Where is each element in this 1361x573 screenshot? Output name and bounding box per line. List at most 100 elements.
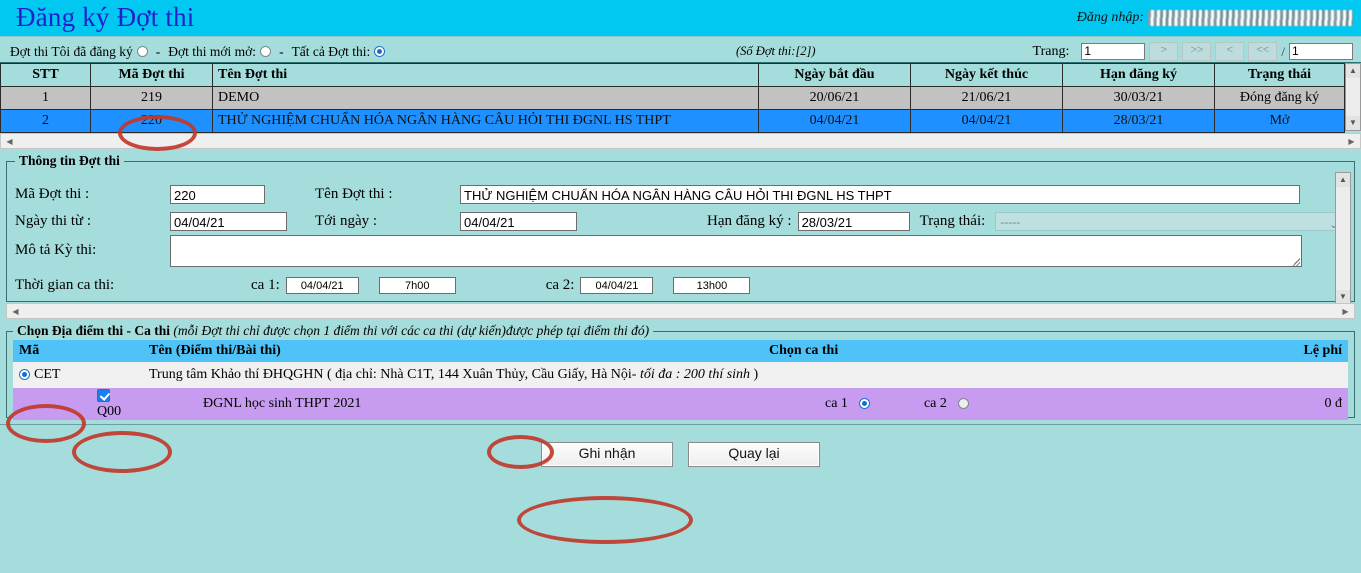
save-button[interactable]: Ghi nhận (541, 442, 673, 467)
exam-session-table: STT Mã Đợt thi Tên Đợt thi Ngày bắt đầu … (0, 63, 1345, 133)
filter-label-registered: Đợt thi Tôi đã đăng ký (10, 43, 133, 59)
ca1-time-input[interactable]: 7h00 (378, 277, 456, 294)
venue-panel: Chọn Địa điểm thi - Ca thi (mỗi Đợt thi … (6, 323, 1355, 420)
venue-site-row[interactable]: CET Trung tâm Khảo thí ĐHQGHN ( địa chỉ:… (13, 362, 1348, 388)
scroll-right-icon[interactable]: ▶ (1339, 305, 1352, 318)
info-horizontal-scrollbar[interactable]: ◀ ▶ (6, 303, 1355, 319)
next-page-button[interactable]: > (1149, 42, 1179, 61)
cell-bat-dau: 20/06/21 (758, 86, 911, 110)
checkbox-exam-q00[interactable] (97, 389, 110, 403)
mo-ta-textarea[interactable] (170, 235, 1302, 267)
footer-divider (0, 424, 1361, 425)
back-button[interactable]: Quay lại (688, 442, 820, 467)
label-ma-dot-thi: Mã Đợt thi : (15, 186, 90, 202)
radio-site-cet[interactable] (19, 369, 30, 381)
cell-han: 28/03/21 (1062, 109, 1215, 133)
scroll-down-icon[interactable]: ▼ (1346, 116, 1360, 130)
first-page-button[interactable]: << (1248, 42, 1278, 61)
label-shift-2: ca 2 (923, 396, 947, 411)
scroll-up-icon[interactable]: ▲ (1346, 64, 1360, 78)
table-row[interactable]: 1 219 DEMO 20/06/21 21/06/21 30/03/21 Đó… (0, 86, 1345, 110)
grid-vertical-scrollbar[interactable]: ▲ ▼ (1345, 63, 1361, 131)
resize-grip-icon[interactable] (1292, 258, 1300, 266)
toi-ngay-input[interactable]: 04/04/21 (460, 212, 577, 231)
filter-separator-2: - (279, 44, 284, 60)
pagination-slash: / (1281, 43, 1285, 59)
col-trang-thai: Trạng thái (1214, 63, 1345, 87)
grid-horizontal-scrollbar[interactable]: ◀ ▶ (0, 133, 1361, 149)
venue-exam-shift-cell[interactable]: ca 1 ca 2 (763, 388, 1143, 420)
cell-ten: THỬ NGHIỆM CHUẨN HÓA NGÂN HÀNG CÂU HỎI T… (212, 109, 759, 133)
label-ten-dot-thi: Tên Đợt thi : (315, 186, 393, 202)
cell-ma: 220 (90, 109, 213, 133)
label-toi-ngay: Tới ngày : (315, 213, 378, 229)
title-bar: Đăng ký Đợt thi Đăng nhập: (0, 0, 1361, 37)
info-vertical-scrollbar[interactable]: ▲ ▼ (1335, 172, 1351, 305)
venue-site-code: CET (34, 367, 61, 382)
scroll-up-icon[interactable]: ▲ (1336, 173, 1350, 187)
venue-legend: Chọn Địa điểm thi - Ca thi (mỗi Đợt thi … (13, 323, 653, 339)
ca1-date-input[interactable]: 04/04/21 (285, 277, 359, 294)
filter-bar: Đợt thi Tôi đã đăng ký - Đợt thi mới mở:… (0, 41, 1361, 63)
pagination-label: Trang: (1032, 43, 1070, 59)
filter-option-all[interactable]: Tất cả Đợt thi: (292, 44, 386, 60)
venue-site-code-cell[interactable]: CET (13, 362, 143, 388)
scroll-left-icon[interactable]: ◀ (3, 135, 16, 148)
label-shift-1: ca 1 (825, 396, 848, 411)
venue-exam-name-cell: ĐGNL học sinh THPT 2021 (143, 388, 763, 420)
cell-ten: DEMO (212, 86, 759, 110)
venue-site-name: Trung tâm Khảo thí ĐHQGHN ( địa chỉ: Nhà… (149, 367, 640, 382)
trang-thai-select[interactable]: ----- ⌄ (995, 212, 1346, 231)
separator-dash-2: - (279, 43, 284, 59)
venue-col-ten: Tên (Điểm thi/Bài thi) (143, 340, 763, 362)
filter-option-registered[interactable]: Đợt thi Tôi đã đăng ký (10, 44, 148, 60)
han-dang-ky-input[interactable]: 28/03/21 (797, 212, 910, 231)
exam-count-note: (Số Đợt thi:[2]) (736, 44, 816, 58)
label-ca1: ca 1: (251, 277, 280, 293)
cell-ket-thuc: 04/04/21 (910, 109, 1063, 133)
venue-exam-name: ĐGNL học sinh THPT 2021 (203, 396, 362, 411)
venue-col-chon-ca: Chọn ca thi (763, 340, 1143, 362)
radio-registered[interactable] (136, 46, 148, 57)
action-button-bar: Ghi nhận Quay lại (0, 442, 1361, 467)
venue-col-ma: Mã (13, 340, 143, 362)
label-ngay-thi-tu: Ngày thi từ : (15, 213, 92, 229)
total-pages-input[interactable]: 1 (1289, 43, 1353, 60)
label-ca2: ca 2: (545, 277, 575, 293)
scroll-down-icon[interactable]: ▼ (1336, 290, 1350, 304)
cell-ma: 219 (90, 86, 213, 110)
page-title: Đăng ký Đợt thi (16, 2, 195, 32)
filter-option-new[interactable]: Đợt thi mới mở: (168, 44, 272, 60)
login-user-redacted (1148, 10, 1353, 26)
login-info: Đăng nhập: (1077, 10, 1353, 26)
cell-trang-thai: Mở (1214, 109, 1345, 133)
exam-info-legend: Thông tin Đợt thi (19, 153, 120, 168)
scroll-left-icon[interactable]: ◀ (9, 305, 22, 318)
last-page-button[interactable]: >> (1182, 42, 1212, 61)
table-header-row: STT Mã Đợt thi Tên Đợt thi Ngày bắt đầu … (0, 63, 1345, 87)
ngay-thi-tu-input[interactable]: 04/04/21 (170, 212, 287, 231)
login-label: Đăng nhập: (1076, 10, 1144, 25)
ma-dot-thi-input[interactable]: 220 (170, 185, 265, 204)
venue-exam-code-cell[interactable]: Q00 (13, 388, 143, 420)
venue-site-name-cell: Trung tâm Khảo thí ĐHQGHN ( địa chỉ: Nhà… (143, 362, 1348, 388)
separator-dash-1: - (155, 43, 161, 59)
venue-exam-row[interactable]: Q00 ĐGNL học sinh THPT 2021 ca 1 ca 2 0 … (13, 388, 1348, 420)
radio-shift-2[interactable] (958, 398, 970, 410)
ca2-date-input[interactable]: 04/04/21 (580, 277, 654, 294)
radio-all[interactable] (374, 46, 386, 57)
venue-exam-code: Q00 (97, 404, 122, 419)
col-ngay-bat-dau: Ngày bắt đầu (758, 63, 911, 87)
col-ma-dot-thi: Mã Đợt thi (90, 63, 213, 87)
ca2-time-input[interactable]: 13h00 (673, 277, 751, 294)
prev-page-button[interactable]: < (1215, 42, 1245, 61)
filter-label-all: Tất cả Đợt thi: (291, 43, 371, 59)
radio-shift-1[interactable] (859, 398, 871, 410)
table-row-selected[interactable]: 2 220 THỬ NGHIỆM CHUẨN HÓA NGÂN HÀNG CÂU… (0, 109, 1345, 133)
cell-han: 30/03/21 (1062, 86, 1215, 110)
cell-ket-thuc: 21/06/21 (910, 86, 1063, 110)
page-number-input[interactable]: 1 (1081, 43, 1146, 60)
ten-dot-thi-input[interactable]: THỬ NGHIỆM CHUẨN HÓA NGÂN HÀNG CÂU HỎI T… (460, 185, 1300, 204)
radio-new[interactable] (260, 46, 272, 57)
scroll-right-icon[interactable]: ▶ (1345, 135, 1358, 148)
